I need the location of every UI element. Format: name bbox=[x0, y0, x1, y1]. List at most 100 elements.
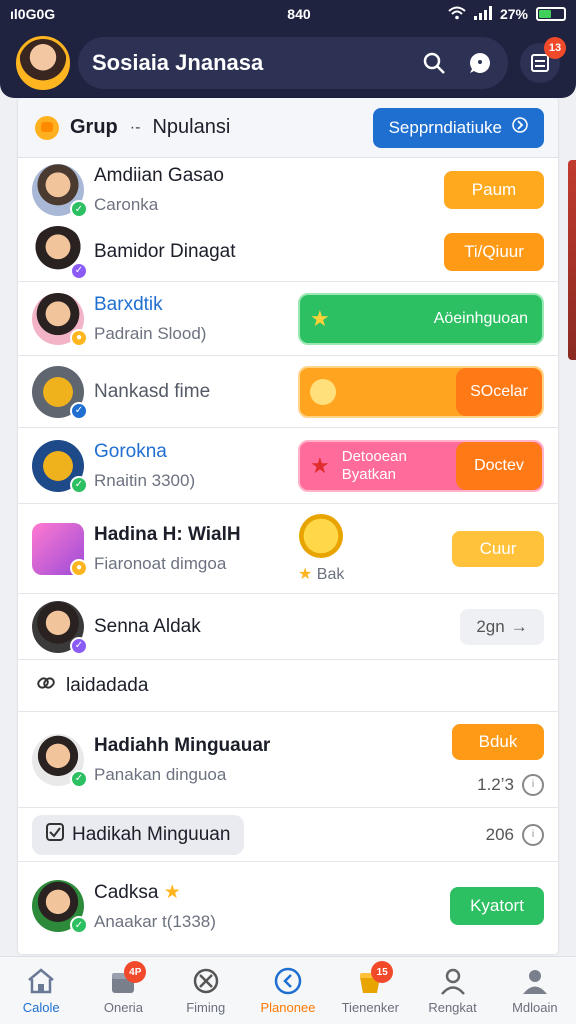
item-name: Amdiian Gasao bbox=[94, 165, 224, 186]
verified-icon: ✓ bbox=[70, 261, 88, 280]
item-subtitle: Fiaronoat dimgoa bbox=[94, 553, 227, 573]
action-button[interactable]: Kyatort bbox=[450, 887, 544, 925]
verified-icon: ✓ bbox=[70, 916, 88, 934]
compass-icon bbox=[271, 966, 305, 996]
clock: 840 bbox=[287, 6, 311, 22]
tab-home[interactable]: Calole bbox=[0, 957, 82, 1024]
medal-block: ★ Bak bbox=[298, 514, 344, 584]
menu-button[interactable]: 13 bbox=[520, 37, 566, 83]
list-item[interactable]: ● Barxdtik Padrain Slood) ★ Aöeinhguoan bbox=[18, 282, 558, 356]
tools-icon bbox=[189, 966, 223, 996]
battery-percent: 27% bbox=[499, 6, 528, 22]
star-icon: ★ bbox=[310, 452, 330, 478]
avatar: ✓ bbox=[32, 880, 88, 934]
item-subtitle: Rnaitin 3300) bbox=[94, 470, 196, 490]
home-icon bbox=[24, 966, 58, 996]
hand-icon bbox=[35, 115, 59, 140]
group-cta-button[interactable]: Sepprndiatiuke bbox=[372, 107, 544, 148]
social-button[interactable]: SOcelar bbox=[298, 365, 544, 418]
item-subtitle: Anaakar t(1338) bbox=[94, 911, 216, 931]
tab-label: Rengkat bbox=[428, 1000, 477, 1015]
coin-icon: ● bbox=[70, 558, 88, 577]
status-bar: ıl0G0G 840 27% bbox=[0, 0, 576, 28]
app-title: Sosiaia Jnanasa bbox=[92, 50, 264, 75]
group-subtitle: Npulansi bbox=[152, 116, 231, 138]
tab-bucket[interactable]: 15 Tienenker bbox=[329, 957, 411, 1024]
verified-icon: ✓ bbox=[70, 475, 88, 494]
wifi-icon bbox=[448, 6, 466, 23]
bottom-tab-bar: Calole 4P Oneria Fiming Planonee 15 Tien… bbox=[0, 956, 576, 1024]
tab-label: Oneria bbox=[103, 1000, 143, 1015]
verified-icon: ✓ bbox=[70, 769, 88, 788]
item-name: Hadina H: WialH bbox=[94, 523, 241, 545]
tab-box[interactable]: 4P Oneria bbox=[82, 957, 164, 1024]
medal-icon bbox=[299, 514, 344, 558]
list-item[interactable]: ✓ Bamidor Dinagat Ti/Qiuur bbox=[18, 222, 558, 282]
tab-profile[interactable]: Mdloain bbox=[494, 957, 576, 1024]
avatar: ✓ bbox=[32, 439, 88, 494]
list-item[interactable]: ✓ Senna Aldak 2gn → bbox=[18, 594, 558, 660]
battery-icon bbox=[536, 7, 566, 21]
reward-label: Aöeinhguoan bbox=[433, 309, 528, 327]
gift-icon: ● bbox=[32, 522, 88, 577]
weekly-reward-chip[interactable]: Hadikah Minguuan bbox=[32, 814, 245, 855]
user-avatar[interactable] bbox=[16, 36, 70, 90]
search-icon[interactable] bbox=[420, 49, 448, 77]
avatar: ✓ bbox=[32, 225, 88, 280]
action-button[interactable]: Paum bbox=[444, 171, 544, 209]
list-item[interactable]: ✓ Nankasd fime SOcelar bbox=[18, 356, 558, 428]
tab-label: Calole bbox=[22, 1000, 60, 1015]
arrow-right-icon: → bbox=[510, 616, 528, 636]
tab-label: Mdloain bbox=[512, 1000, 558, 1015]
list-item[interactable]: ✓ Gorokna Rnaitin 3300) ★ Detooean Byatk… bbox=[18, 428, 558, 504]
notification-badge: 13 bbox=[544, 37, 566, 59]
action-button[interactable]: Cuur bbox=[452, 530, 544, 567]
action-button[interactable]: Bduk bbox=[452, 723, 544, 760]
group-separator: ·- bbox=[129, 118, 141, 136]
app-header: Sosiaia Jnanasa 13 bbox=[0, 28, 576, 98]
group-header: Grup ·- Npulansi Sepprndiatiuke bbox=[18, 98, 558, 158]
avatar: ✓ bbox=[32, 600, 88, 655]
tab-explore[interactable]: Planonee bbox=[247, 957, 329, 1024]
section-header: laidadada bbox=[18, 660, 558, 712]
link-icon bbox=[36, 673, 56, 699]
list-item[interactable]: ✓ Hadiahh Minguauar Panakan dinguoa Bduk… bbox=[18, 712, 558, 808]
tab-tools[interactable]: Fiming bbox=[165, 957, 247, 1024]
chat-icon[interactable] bbox=[466, 49, 494, 77]
side-panel-edge bbox=[568, 160, 576, 360]
item-subtitle: Caronka bbox=[94, 195, 159, 214]
avatar: ✓ bbox=[32, 733, 88, 788]
checkbox-icon bbox=[46, 822, 64, 847]
status-icons: 27% bbox=[448, 5, 566, 23]
item-name: Cadksa ★ bbox=[94, 881, 181, 903]
list-item[interactable]: ✓ Cadksa ★ Anaakar t(1338) Kyatort bbox=[18, 862, 558, 950]
item-name: Bamidor Dinagat bbox=[94, 240, 236, 262]
group-card: Grup ·- Npulansi Sepprndiatiuke ✓ Amdiia… bbox=[18, 98, 558, 954]
tab-label: Tienenker bbox=[341, 1000, 399, 1015]
item-subtitle: Panakan dinguoa bbox=[94, 764, 227, 784]
info-icon: i bbox=[522, 823, 544, 846]
section-count: 206 i bbox=[486, 823, 544, 846]
item-name: Nankasd fime bbox=[94, 380, 211, 402]
promo-button[interactable]: ★ Detooean Byatkan Doctev bbox=[298, 439, 544, 492]
item-count: 1.2ʼ3 i bbox=[477, 773, 544, 796]
promo-action[interactable]: Doctev bbox=[456, 441, 542, 490]
list-item[interactable]: ✓ Amdiian Gasao Caronka Paum bbox=[18, 158, 558, 222]
group-label: Grup bbox=[70, 116, 118, 138]
star-icon: ★ bbox=[163, 881, 181, 903]
verified-icon: ✓ bbox=[70, 401, 88, 420]
avatar: ● bbox=[32, 292, 88, 347]
next-button[interactable]: 2gn → bbox=[460, 608, 544, 645]
cta-label: Sepprndiatiuke bbox=[388, 117, 502, 137]
item-name: Barxdtik bbox=[94, 293, 163, 315]
reward-button[interactable]: ★ Aöeinhguoan bbox=[298, 292, 544, 345]
signal-icon bbox=[473, 5, 492, 23]
item-subtitle: Padrain Slood) bbox=[94, 323, 207, 343]
action-button[interactable]: Ti/Qiuur bbox=[444, 232, 544, 271]
user-icon bbox=[436, 966, 470, 996]
profile-icon bbox=[518, 966, 552, 996]
star-icon: ★ bbox=[298, 566, 313, 583]
avatar: ✓ bbox=[32, 365, 88, 420]
tab-user[interactable]: Rengkat bbox=[411, 957, 493, 1024]
list-item[interactable]: ● Hadina H: WialH Fiaronoat dimgoa ★ Bak… bbox=[18, 504, 558, 594]
